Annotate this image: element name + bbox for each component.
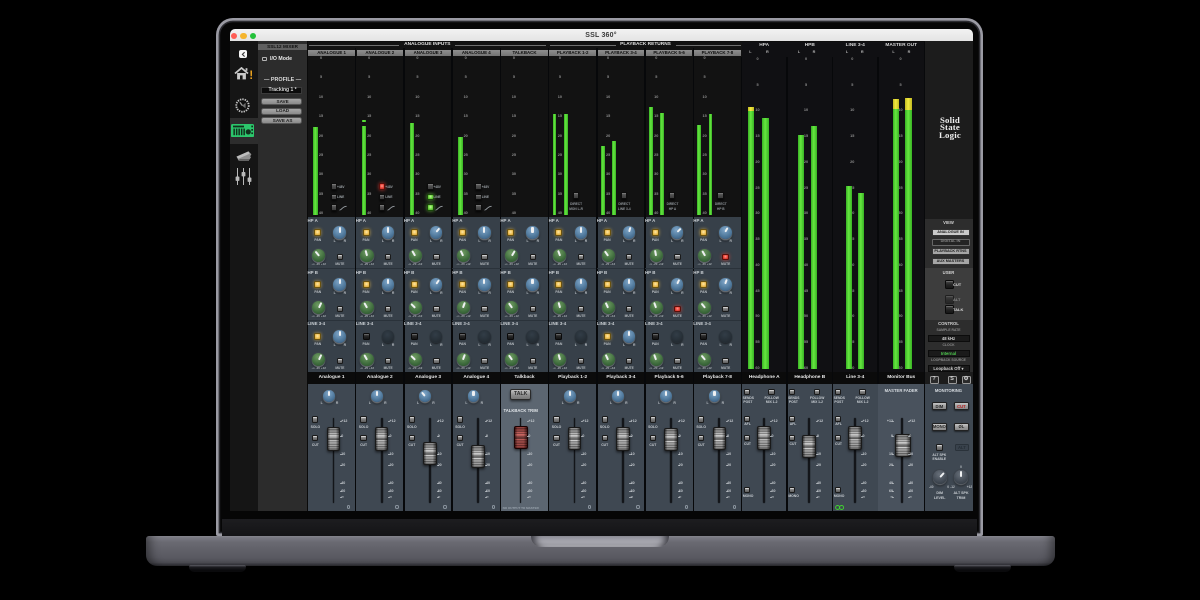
svg-text:!: ! xyxy=(249,68,252,80)
